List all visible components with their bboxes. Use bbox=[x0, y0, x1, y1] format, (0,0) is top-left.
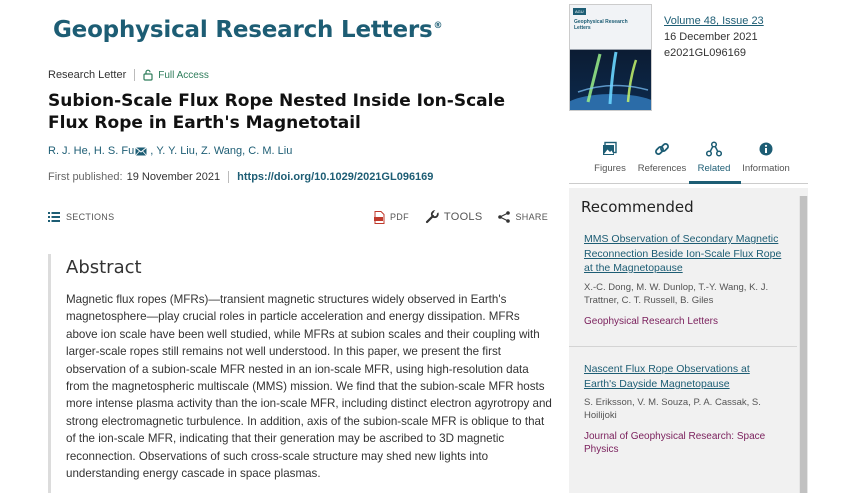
link-icon bbox=[655, 143, 669, 155]
tab-figures[interactable]: Figures bbox=[584, 141, 636, 174]
share-icon bbox=[498, 211, 511, 223]
wrench-icon bbox=[425, 210, 439, 224]
recommended-item-title-link[interactable]: MMS Observation of Secondary Magnetic Re… bbox=[584, 232, 784, 276]
unlock-icon bbox=[143, 69, 153, 81]
abstract-text: Magnetic flux ropes (MFRs)—transient mag… bbox=[66, 293, 552, 481]
share-label: SHARE bbox=[515, 212, 548, 222]
share-button[interactable]: SHARE bbox=[498, 211, 548, 223]
author-link[interactable]: R. J. He bbox=[48, 145, 88, 157]
author-link[interactable]: Y. Y. Liu bbox=[156, 145, 195, 157]
abstract-section: Abstract Magnetic flux ropes (MFRs)—tran… bbox=[48, 254, 552, 493]
corresponding-author-mail-icon[interactable] bbox=[135, 146, 148, 156]
recommended-item: Nascent Flux Rope Observations at Earth'… bbox=[569, 362, 797, 456]
journal-cover-image[interactable]: AGU Geophysical Research Letters bbox=[569, 4, 652, 111]
published-date: 19 November 2021 bbox=[126, 171, 221, 183]
issue-info: Volume 48, Issue 23 16 December 2021 e20… bbox=[664, 13, 764, 61]
recommended-panel: Recommended MMS Observation of Secondary… bbox=[569, 188, 808, 493]
tab-related[interactable]: Related bbox=[688, 141, 740, 174]
published-label: First published: bbox=[48, 171, 123, 183]
author-link[interactable]: H. S. Fu bbox=[94, 145, 134, 157]
author-link[interactable]: Z. Wang bbox=[201, 145, 242, 157]
article-toolbar: SECTIONS PDF TOOLS SHARE bbox=[48, 210, 548, 224]
active-tab-indicator bbox=[689, 181, 741, 184]
tab-label: Related bbox=[697, 163, 731, 174]
abstract-heading: Abstract bbox=[66, 257, 142, 278]
sections-button[interactable]: SECTIONS bbox=[48, 212, 114, 222]
recommended-item-title-link[interactable]: Nascent Flux Rope Observations at Earth'… bbox=[584, 362, 784, 391]
recommended-scrollbar[interactable] bbox=[799, 196, 808, 493]
cover-artwork bbox=[570, 51, 651, 110]
pdf-icon bbox=[373, 210, 385, 224]
pdf-label: PDF bbox=[389, 212, 409, 222]
article-meta: Research Letter Full Access bbox=[48, 69, 209, 81]
tab-label: References bbox=[637, 163, 687, 174]
article-number: e2021GL096169 bbox=[664, 47, 746, 59]
doi-link[interactable]: https://doi.org/10.1029/2021GL096169 bbox=[237, 171, 433, 183]
publication-info: First published: 19 November 2021 https:… bbox=[48, 171, 433, 183]
info-icon bbox=[759, 142, 773, 156]
sidebar-tabs: Figures References Related Information bbox=[584, 141, 808, 174]
recommended-item-authors: X.-C. Dong, M. W. Dunlop, T.-Y. Wang, K.… bbox=[584, 281, 769, 306]
recommended-item-journal[interactable]: Journal of Geophysical Research: Space P… bbox=[584, 430, 789, 456]
recommended-heading: Recommended bbox=[581, 198, 694, 216]
article-type: Research Letter bbox=[48, 69, 127, 81]
issue-date: 16 December 2021 bbox=[664, 31, 758, 43]
divider bbox=[134, 69, 136, 81]
divider bbox=[569, 346, 797, 347]
cover-journal-title: Geophysical Research Letters bbox=[574, 19, 628, 31]
recommended-item-journal[interactable]: Geophysical Research Letters bbox=[584, 315, 789, 328]
recommended-item-authors: S. Eriksson, V. M. Souza, P. A. Cassak, … bbox=[584, 397, 761, 421]
tools-button[interactable]: TOOLS bbox=[425, 210, 483, 224]
scrollbar-thumb[interactable] bbox=[800, 196, 807, 493]
journal-name: Geophysical Research Letters bbox=[53, 17, 433, 43]
journal-title[interactable]: Geophysical Research Letters® bbox=[53, 17, 442, 43]
pdf-button[interactable]: PDF bbox=[373, 210, 409, 224]
cover-publisher-logo: AGU bbox=[573, 8, 586, 15]
recommended-item: MMS Observation of Secondary Magnetic Re… bbox=[569, 232, 797, 328]
image-icon bbox=[603, 141, 617, 155]
tab-references[interactable]: References bbox=[636, 141, 688, 174]
sections-label: SECTIONS bbox=[66, 212, 115, 222]
list-icon bbox=[48, 212, 60, 222]
tab-information[interactable]: Information bbox=[740, 141, 792, 174]
author-list: R. J. He, H. S. Fu , Y. Y. Liu, Z. Wang,… bbox=[48, 145, 293, 157]
author-link[interactable]: C. M. Liu bbox=[248, 145, 292, 157]
tab-label: Figures bbox=[594, 163, 626, 174]
divider bbox=[228, 171, 230, 183]
article-title: Subion-Scale Flux Rope Nested Inside Ion… bbox=[48, 91, 505, 133]
tools-label: TOOLS bbox=[443, 211, 483, 223]
tab-label: Information bbox=[742, 163, 790, 174]
volume-issue-link[interactable]: Volume 48, Issue 23 bbox=[664, 13, 764, 29]
registered-mark: ® bbox=[433, 21, 443, 32]
full-access-label: Full Access bbox=[158, 69, 209, 81]
network-icon bbox=[706, 141, 722, 157]
